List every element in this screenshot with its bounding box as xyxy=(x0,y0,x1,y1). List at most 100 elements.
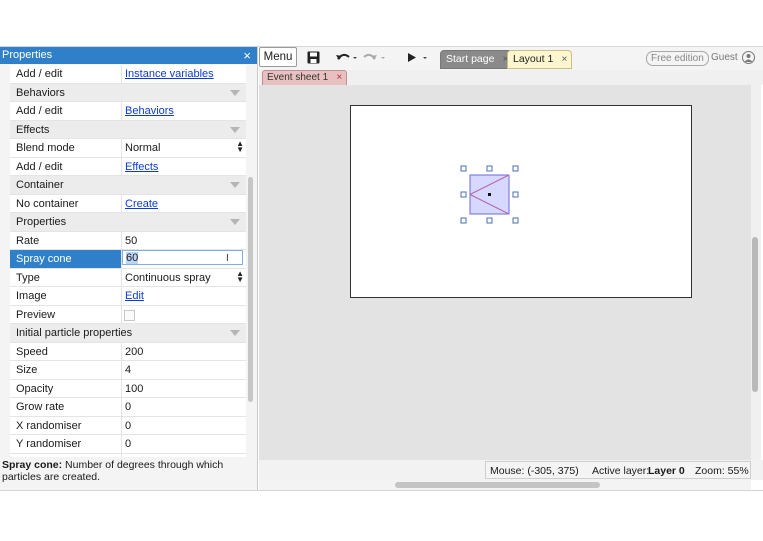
active-layer-label: Active layer: xyxy=(592,465,650,477)
layout-canvas[interactable] xyxy=(350,105,692,298)
spray-cone-input[interactable]: 60 xyxy=(122,250,243,265)
close-icon[interactable]: × xyxy=(243,48,251,63)
category-behaviors[interactable]: Behaviors xyxy=(10,83,246,102)
property-name: Image xyxy=(16,290,47,302)
column-divider xyxy=(121,398,122,416)
properties-scrollbar[interactable] xyxy=(248,177,253,402)
close-icon[interactable]: × xyxy=(561,51,567,68)
property-row-grow-rate[interactable]: Grow rate 0 xyxy=(10,398,246,417)
property-value: 50 xyxy=(125,234,138,247)
column-divider xyxy=(121,379,122,397)
property-row-image[interactable]: Image Edit xyxy=(10,287,246,306)
undo-icon[interactable] xyxy=(335,52,357,63)
category-label: Initial particle properties xyxy=(16,327,133,339)
tab-start-page[interactable]: Start page × xyxy=(440,50,514,69)
category-label: Container xyxy=(16,179,64,191)
user-icon[interactable] xyxy=(742,51,755,64)
property-row-speed[interactable]: Speed 200 xyxy=(10,342,246,361)
status-box: Mouse: (-305, 375) Active layer: Layer 0… xyxy=(485,461,751,479)
property-link[interactable]: Instance variables xyxy=(125,68,214,80)
column-divider xyxy=(121,435,122,453)
property-value: 0 xyxy=(125,438,132,450)
property-row-preview[interactable]: Preview xyxy=(10,305,246,324)
property-value: 0 xyxy=(125,419,132,432)
property-name: Grow rate xyxy=(16,401,65,413)
user-name[interactable]: Guest xyxy=(711,52,738,63)
property-name: Speed randomiser xyxy=(16,457,106,458)
property-name: Y randomiser xyxy=(16,438,82,450)
property-row-x-randomiser[interactable]: X randomiser 0 xyxy=(10,416,246,435)
property-row-add-edit[interactable]: Add / edit Instance variables xyxy=(10,65,246,84)
canvas-horizontal-scroll-thumb[interactable] xyxy=(395,482,600,488)
column-divider xyxy=(121,139,122,157)
layout-view[interactable] xyxy=(259,85,751,460)
property-value: 0 xyxy=(125,401,132,413)
property-row-rate[interactable]: Rate 50 xyxy=(10,231,246,250)
column-divider xyxy=(121,342,122,360)
property-link[interactable]: Create xyxy=(125,198,158,210)
collapse-caret-icon[interactable] xyxy=(230,330,240,336)
zoom-level: Zoom: 55% xyxy=(695,465,749,477)
canvas-horizontal-scrollbar[interactable] xyxy=(259,480,751,490)
collapse-caret-icon[interactable] xyxy=(230,126,240,133)
property-row-add-edit[interactable]: Add / edit Behaviors xyxy=(10,102,246,121)
property-row-speed-randomiser[interactable]: Speed randomiser 0 xyxy=(10,453,246,458)
dropdown-arrows-icon[interactable]: ▲ ▼ xyxy=(236,140,244,154)
canvas-vertical-scroll-thumb[interactable] xyxy=(752,237,758,392)
property-row-spray-cone[interactable]: Spray cone 60 I xyxy=(10,250,246,269)
play-icon[interactable] xyxy=(407,52,429,63)
sheet-tab-bar: Event sheet 1 × xyxy=(259,70,763,86)
category-initial-particle-properties[interactable]: Initial particle properties xyxy=(10,324,246,343)
edition-badge[interactable]: Free edition xyxy=(646,51,709,66)
property-name: Size xyxy=(16,364,38,376)
property-row-no-container[interactable]: No container Create xyxy=(10,194,246,213)
column-divider xyxy=(121,416,122,434)
property-row-blend-mode[interactable]: Blend mode Normal ▲ ▼ xyxy=(10,139,246,158)
tab-start-page-label: Start page xyxy=(446,53,495,65)
property-row-add-edit[interactable]: Add / edit Effects xyxy=(10,157,246,176)
properties-title: Properties xyxy=(2,49,53,61)
property-grid: Add / edit Instance variables Behaviors Add… xyxy=(10,65,246,457)
property-row-y-randomiser[interactable]: Y randomiser 0 xyxy=(10,435,246,454)
preview-checkbox[interactable] xyxy=(124,309,135,321)
property-link[interactable]: Effects xyxy=(125,161,158,173)
column-divider xyxy=(121,361,122,379)
property-name: No container xyxy=(16,197,79,210)
particle-object[interactable] xyxy=(351,106,691,297)
tab-layout-1[interactable]: Layout 1 × xyxy=(507,50,573,69)
category-label: Effects xyxy=(16,123,50,136)
property-value: 4 xyxy=(125,364,132,376)
collapse-caret-icon[interactable] xyxy=(230,219,240,225)
collapse-caret-icon[interactable] xyxy=(230,89,240,96)
close-icon[interactable]: × xyxy=(336,71,342,85)
property-row-opacity[interactable]: Opacity 100 xyxy=(10,379,246,398)
property-description: Spray cone: Number of degrees through wh… xyxy=(2,459,252,483)
category-label: Behaviors xyxy=(16,86,65,99)
canvas-vertical-scrollbar[interactable] xyxy=(751,85,761,463)
redo-icon[interactable] xyxy=(363,52,385,63)
category-container[interactable]: Container xyxy=(10,176,246,195)
property-select[interactable]: Normal xyxy=(125,142,160,154)
mouse-position: Mouse: (-305, 375) xyxy=(490,465,579,477)
dropdown-arrows-icon[interactable]: ▲ ▼ xyxy=(236,269,244,283)
properties-panel: Properties × Add / edit Instance variable… xyxy=(0,47,258,490)
column-divider xyxy=(121,65,122,83)
category-properties[interactable]: Properties xyxy=(10,213,246,232)
category-effects[interactable]: Effects xyxy=(10,120,246,139)
property-link[interactable]: Behaviors xyxy=(125,105,174,117)
property-name: Rate xyxy=(16,234,40,247)
collapse-caret-icon[interactable] xyxy=(230,182,240,188)
property-select[interactable]: Continuous spray xyxy=(125,272,211,284)
property-name: Blend mode xyxy=(16,142,75,154)
column-divider xyxy=(121,102,122,120)
property-name: Spray cone xyxy=(10,250,121,268)
property-value: 0 xyxy=(125,457,131,458)
property-row-type[interactable]: Type Continuous spray ▲ ▼ xyxy=(10,268,246,287)
property-name: Add / edit xyxy=(16,160,63,173)
property-link[interactable]: Edit xyxy=(125,290,144,302)
category-label: Properties xyxy=(16,216,67,228)
property-row-size[interactable]: Size 4 xyxy=(10,361,246,380)
menu-button[interactable]: Menu xyxy=(259,47,297,67)
save-icon[interactable] xyxy=(307,51,320,64)
tab-event-sheet-1[interactable]: Event sheet 1 × xyxy=(262,70,348,86)
